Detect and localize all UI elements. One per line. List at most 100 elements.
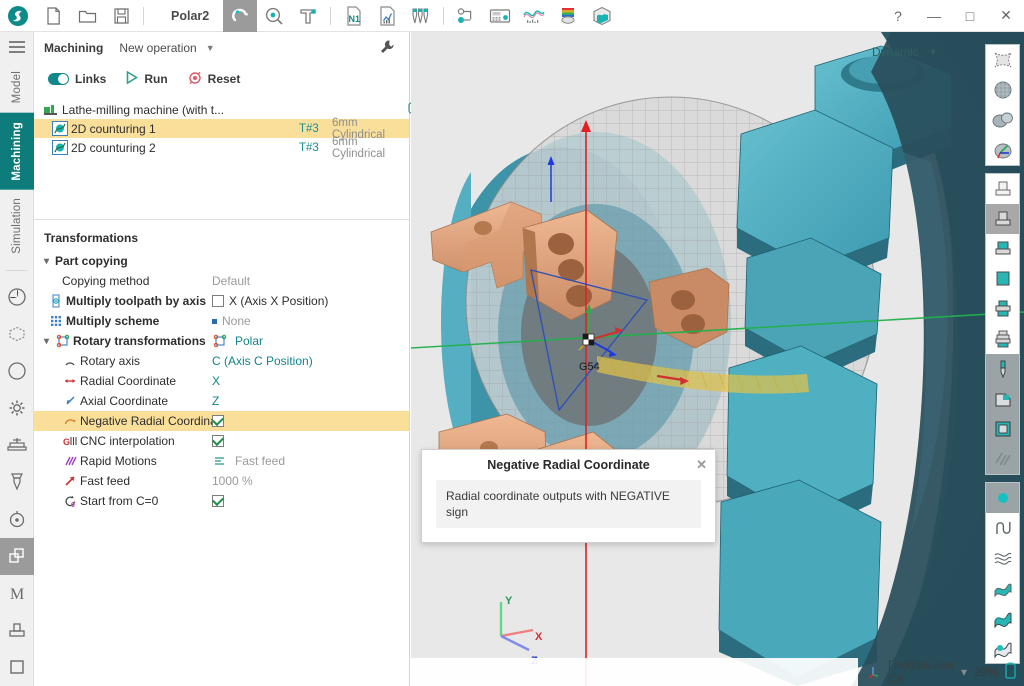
tool-holder-icon[interactable] (0, 463, 34, 500)
new-file-icon[interactable] (36, 0, 70, 32)
toggle-switch-icon[interactable] (48, 73, 69, 85)
row-value[interactable]: X (212, 374, 409, 388)
wireframe-view-icon[interactable] (986, 45, 1019, 75)
close-button[interactable]: ✕ (988, 0, 1024, 32)
prop-axial-coordinate[interactable]: Axial Coordinate Z (34, 391, 409, 411)
checkbox[interactable] (212, 435, 224, 447)
coordinate-system-label[interactable]: Глобальная СК (888, 658, 954, 686)
checkbox[interactable] (212, 295, 224, 307)
links-toggle[interactable]: Links (48, 72, 106, 86)
blank-square-icon[interactable] (0, 649, 34, 686)
row-value[interactable]: None (222, 314, 251, 328)
fixture-icon[interactable] (0, 612, 34, 649)
simulation-verify-icon[interactable] (257, 0, 291, 32)
chevron-down-icon[interactable]: ▼ (929, 47, 938, 57)
sidebar-tab-simulation[interactable]: Simulation (0, 189, 34, 263)
shaded-solid-icon[interactable] (986, 105, 1019, 135)
fast-feed-bars-icon (212, 454, 228, 469)
nc-program-icon[interactable]: N1 (336, 0, 370, 32)
cnc-panel-icon[interactable] (483, 0, 517, 32)
prop-negative-radial-coordinate[interactable]: Negative Radial Coordinate (34, 411, 409, 431)
table-row[interactable]: 2D counturing 2 T#3 6mm Cylindrical (34, 136, 465, 160)
stock-stage-3-icon[interactable] (986, 234, 1019, 264)
prop-multiply-toolpath-by-axis[interactable]: Multiply toolpath by axis X (Axis X Posi… (34, 291, 409, 311)
spindle-gauge-icon[interactable] (0, 501, 34, 538)
surface-filled-icon[interactable] (986, 573, 1019, 603)
open-folder-icon[interactable] (70, 0, 104, 32)
row-value[interactable]: 1000 % (212, 474, 409, 488)
prop-radial-coordinate[interactable]: Radial Coordinate X (34, 371, 409, 391)
prop-rapid-motions[interactable]: Rapid Motions Fast feed (34, 451, 409, 471)
stock-stage-6-icon[interactable] (986, 324, 1019, 354)
help-button[interactable]: ? (880, 0, 916, 32)
wrench-icon[interactable] (379, 39, 395, 58)
prop-multiply-scheme[interactable]: Multiply scheme None (34, 311, 409, 331)
maximize-button[interactable]: □ (952, 0, 988, 32)
3d-viewport[interactable]: G54 Y X Z Dynamic ▼ (411, 32, 1024, 686)
toolbar-divider-2 (330, 6, 332, 25)
checkbox[interactable] (212, 415, 224, 427)
chevron-down-icon[interactable]: ▾ (961, 665, 967, 679)
stock-stages-group (985, 173, 1020, 475)
tool-setup-icon[interactable] (291, 0, 325, 32)
stock-selection-icon[interactable] (0, 315, 34, 352)
machining-mode-icon[interactable] (223, 0, 258, 32)
axes-shaded-icon[interactable] (986, 135, 1019, 165)
macro-m-icon[interactable]: M (0, 575, 34, 612)
row-value[interactable]: C (Axis C Position) (212, 354, 409, 368)
group-part-copying[interactable]: ▾ Part copying (34, 251, 409, 271)
compass-orientation-icon[interactable] (0, 352, 34, 389)
stock-stage-1-icon[interactable] (986, 174, 1019, 204)
hatch-view-icon[interactable] (986, 444, 1019, 474)
surface-wire-icon[interactable] (986, 543, 1019, 573)
prop-rotary-axis[interactable]: Rotary axis C (Axis C Position) (34, 351, 409, 371)
machine-scheme-icon[interactable] (449, 0, 483, 32)
stock-stage-5-icon[interactable] (986, 294, 1019, 324)
save-icon[interactable] (104, 0, 138, 32)
point-display-icon[interactable] (986, 483, 1019, 513)
checkbox[interactable] (212, 495, 224, 507)
row-value[interactable]: Z (212, 394, 409, 408)
tool-view-icon[interactable] (986, 354, 1019, 384)
settings-gear-icon[interactable] (0, 389, 34, 426)
surface-solid-icon[interactable] (986, 603, 1019, 633)
curve-display-icon[interactable] (986, 513, 1019, 543)
hamburger-menu-icon[interactable] (0, 32, 34, 62)
run-label: Run (144, 72, 168, 86)
row-label: Fast feed (80, 474, 131, 488)
minimize-button[interactable]: — (916, 0, 952, 32)
stock-model-icon[interactable] (585, 0, 619, 32)
chevron-down-icon[interactable]: ▾ (44, 336, 55, 347)
transformations-icon[interactable] (0, 537, 34, 575)
sidebar-tab-machining[interactable]: Machining (0, 112, 34, 190)
graph-icon[interactable] (517, 0, 551, 32)
report-chart-icon[interactable] (370, 0, 404, 32)
run-button[interactable]: Run (126, 70, 168, 87)
chevron-down-icon[interactable]: ▼ (206, 43, 215, 53)
prop-start-from-c0[interactable]: 0 Start from C=0 (34, 491, 409, 511)
prop-cnc-interpolation[interactable]: G CNC interpolation (34, 431, 409, 451)
mesh-sphere-icon[interactable] (986, 75, 1019, 105)
row-value[interactable]: Polar (235, 334, 263, 348)
sidebar-tab-model[interactable]: Model (0, 62, 34, 112)
tool-list-icon[interactable] (404, 0, 438, 32)
render-shading-icon[interactable] (0, 278, 34, 315)
prop-fast-feed[interactable]: Fast feed 1000 % (34, 471, 409, 491)
machine-view-icon[interactable] (986, 414, 1019, 444)
row-value[interactable]: Default (212, 274, 409, 288)
stock-stage-4-icon[interactable] (986, 264, 1019, 294)
row-value[interactable]: Fast feed (235, 454, 285, 468)
machine-table-icon[interactable] (0, 426, 34, 463)
fixture-view-icon[interactable] (986, 384, 1019, 414)
material-icon[interactable] (551, 0, 585, 32)
close-icon[interactable]: ✕ (696, 457, 707, 473)
reset-button[interactable]: Reset (188, 71, 240, 88)
view-mode-dropdown[interactable]: Dynamic ▼ (872, 45, 938, 59)
group-rotary-transformations[interactable]: ▾ Rotary transformations Polar (34, 331, 409, 351)
new-operation-dropdown[interactable]: New operation (119, 41, 196, 55)
prop-copying-method[interactable]: Copying method Default (34, 271, 409, 291)
zoom-level[interactable]: 20% (974, 665, 998, 679)
stock-stage-2-icon[interactable] (986, 204, 1019, 234)
chevron-down-icon[interactable]: ▾ (44, 256, 55, 267)
row-value[interactable]: X (Axis X Position) (229, 294, 328, 308)
